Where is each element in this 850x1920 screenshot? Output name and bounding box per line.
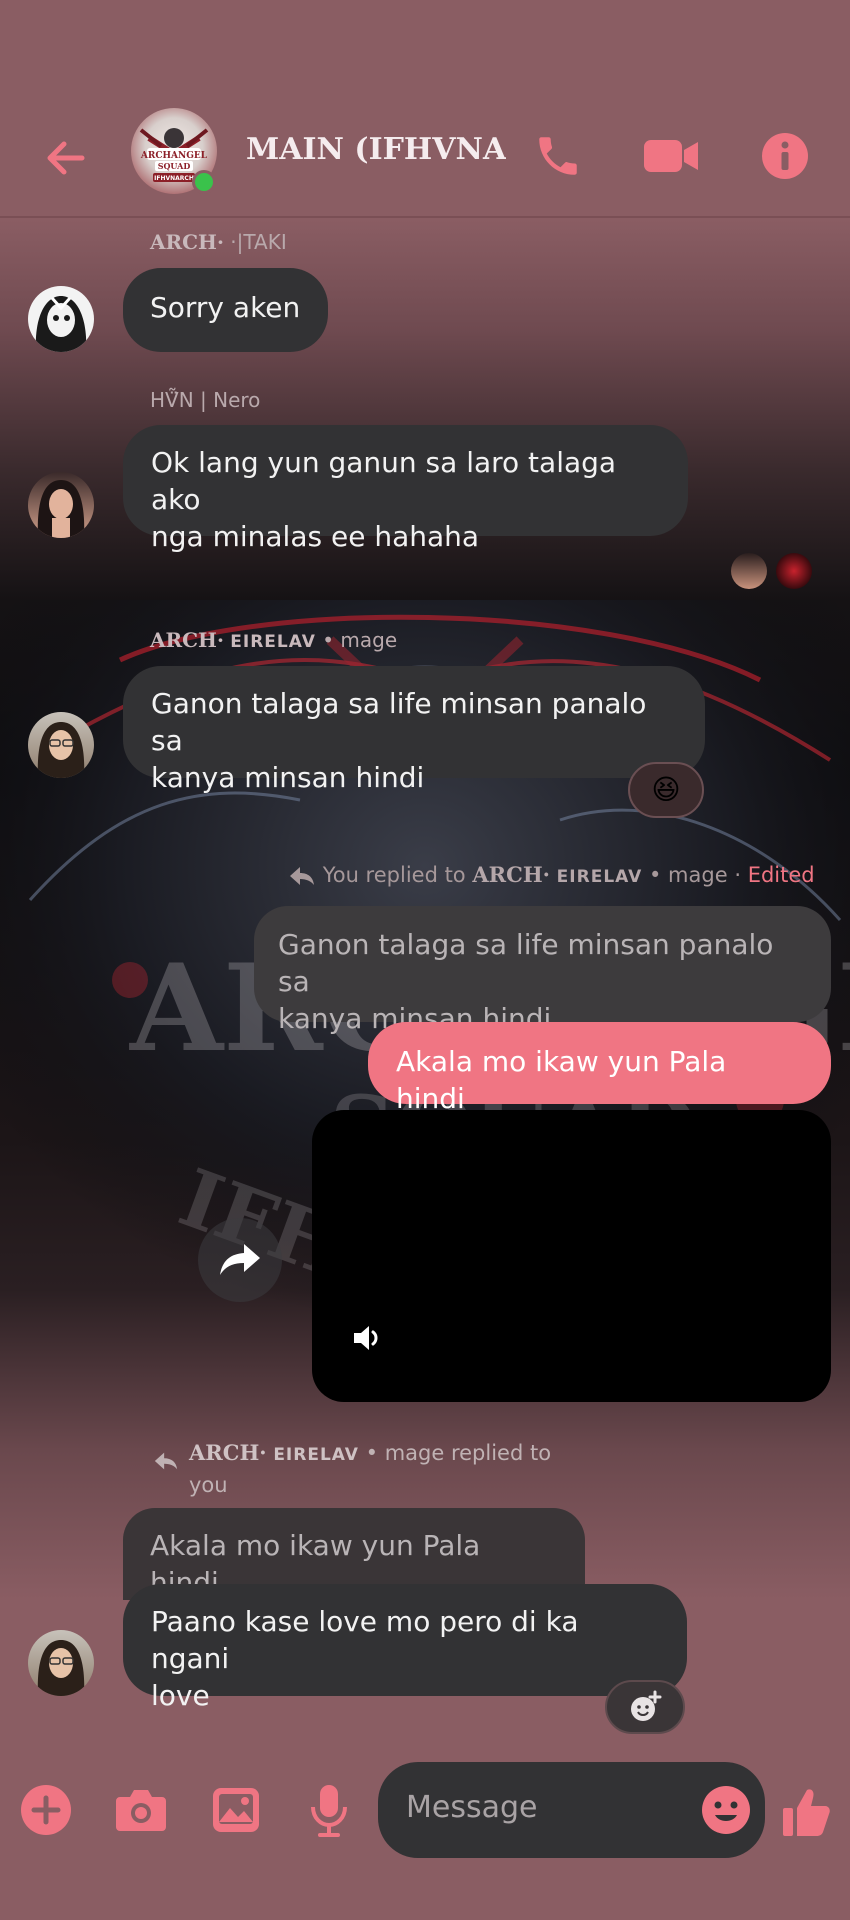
group-logo-text-1: ARCHANGEL [140, 151, 208, 161]
reply-label: You replied to [322, 863, 466, 887]
group-logo-text-2: SQUAD [158, 161, 191, 171]
arrow-left-icon [47, 141, 85, 175]
like-button[interactable] [776, 1782, 836, 1842]
message-line: love [151, 1679, 210, 1712]
online-status-dot [192, 170, 216, 194]
sender-prefix: ARCH· [150, 628, 224, 652]
thumbs-up-icon [783, 1789, 830, 1836]
composer-bar: Message [0, 1748, 850, 1878]
message-line: Ok lang yun ganun sa laro talaga ako [151, 446, 617, 516]
info-icon [762, 133, 808, 179]
add-reaction-icon [631, 1690, 662, 1721]
message-bubble[interactable]: Ok lang yun ganun sa laro talaga ako nga… [123, 425, 688, 553]
add-button[interactable] [18, 1782, 74, 1838]
message-bubble-mine[interactable]: Akala mo ikaw yun Pala hindi [368, 1022, 831, 1115]
header-divider [0, 216, 850, 218]
emoji-button[interactable] [698, 1782, 754, 1838]
message-sender: ARCH· EIRELAV • mage [150, 628, 397, 652]
sound-toggle[interactable] [350, 1320, 394, 1364]
laughing-emoji: 😆 [651, 773, 681, 806]
avatar[interactable] [28, 1630, 94, 1696]
seen-avatar [731, 553, 767, 589]
message-sender: HṼ̈N | Nero [150, 388, 261, 412]
reply-sender-name: EIRELAV [273, 1445, 359, 1465]
plus-circle-icon [21, 1785, 71, 1835]
gallery-button[interactable] [208, 1782, 264, 1838]
reply-target-role: • mage · [649, 863, 741, 887]
group-logo-text-3: IFHVNARCH [154, 175, 194, 182]
sender-name: EIRELAV [230, 632, 316, 652]
sender-role: • mage [322, 628, 398, 652]
quoted-message[interactable]: Ganon talaga sa life minsan panalo sa ka… [254, 906, 831, 1035]
message-line: Ganon talaga sa life minsan panalo sa [151, 687, 647, 757]
phone-icon [539, 137, 577, 175]
voice-button[interactable] [304, 1782, 354, 1838]
avatar-anime-icon [35, 296, 87, 352]
avatar-photo-icon [37, 480, 85, 538]
share-button[interactable] [198, 1218, 282, 1302]
camera-icon [116, 1790, 166, 1831]
message-bubble[interactable]: Paano kase love mo pero di ka ngani love [123, 1584, 687, 1712]
reply-header: ARCH· EIRELAV • mage replied to you [153, 1438, 573, 1500]
edited-label: Edited [747, 863, 815, 887]
avatar[interactable] [28, 712, 94, 778]
reply-arrow-icon [154, 1452, 178, 1470]
avatar-photo-icon [37, 1640, 85, 1696]
seen-avatar [776, 553, 812, 589]
reply-arrow-icon [290, 867, 314, 885]
back-button[interactable] [36, 128, 96, 188]
quoted-line: Ganon talaga sa life minsan panalo sa [278, 928, 774, 998]
group-name[interactable]: MAIN (IFHVNA... [246, 132, 506, 167]
avatar[interactable] [28, 286, 94, 352]
video-call-button[interactable] [638, 124, 704, 188]
microphone-icon [311, 1785, 347, 1837]
reply-sender-prefix: ARCH· [189, 1440, 267, 1465]
sender-name: ·|TAKI [230, 230, 287, 254]
reply-target-prefix: ARCH· [472, 862, 550, 887]
message-sender: ARCH· ·|TAKI [150, 230, 287, 254]
avatar-photo-icon [37, 722, 85, 778]
reply-target: you [189, 1473, 228, 1497]
call-button[interactable] [526, 124, 590, 188]
message-line: nga minalas ee hahaha [151, 520, 480, 553]
info-button[interactable] [753, 124, 817, 188]
avatar[interactable] [28, 472, 94, 538]
message-bubble[interactable]: Ganon talaga sa life minsan panalo sa ka… [123, 666, 705, 794]
video-message[interactable] [312, 1110, 831, 1402]
chat-header: ARCHANGEL SQUAD IFHVNARCH MAIN (IFHVNA..… [0, 100, 850, 218]
sender-prefix: ARCH· [150, 230, 224, 254]
camera-button[interactable] [112, 1782, 170, 1838]
message-line: Paano kase love mo pero di ka ngani [151, 1605, 579, 1675]
image-icon [213, 1788, 259, 1832]
message-placeholder: Message [406, 1790, 538, 1825]
smiley-icon [702, 1786, 750, 1834]
video-camera-icon [644, 140, 698, 172]
message-bubble[interactable]: Sorry aken [123, 268, 328, 352]
message-input[interactable]: Message [378, 1762, 765, 1858]
add-reaction-button[interactable] [605, 1680, 685, 1734]
reply-header: You replied to ARCH· EIRELAV • mage · Ed… [288, 862, 815, 894]
reply-label: • mage replied to [365, 1441, 552, 1465]
speaker-icon [354, 1326, 378, 1350]
reply-target-name: EIRELAV [556, 867, 643, 887]
reaction-badge[interactable]: 😆 [628, 762, 704, 818]
message-line: kanya minsan hindi [151, 761, 425, 794]
share-forward-icon [220, 1244, 260, 1275]
